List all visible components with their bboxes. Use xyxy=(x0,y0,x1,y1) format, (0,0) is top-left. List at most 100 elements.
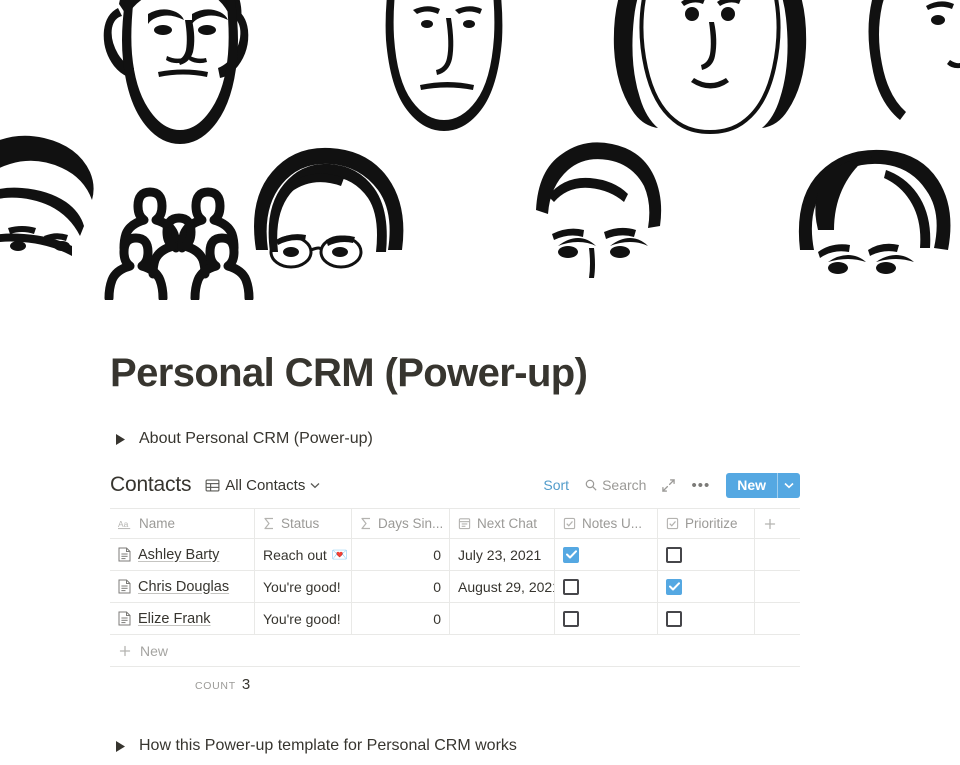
toggle-about-personal-crm[interactable]: About Personal CRM (Power-up) xyxy=(110,426,960,452)
checkbox-icon xyxy=(563,517,576,530)
column-header-notes-updated-label: Notes U... xyxy=(582,516,643,531)
contact-name-link[interactable]: Chris Douglas xyxy=(138,579,229,595)
page-cover-image xyxy=(0,0,960,300)
view-selector-all-contacts[interactable]: All Contacts xyxy=(205,477,320,494)
table-row[interactable]: Elize Frank You're good! 0 xyxy=(110,603,800,635)
new-entry-button[interactable]: New xyxy=(726,472,800,498)
next-chat-date: August 29, 2021 xyxy=(458,578,555,595)
notes-updated-checkbox[interactable] xyxy=(563,610,579,627)
page-document-icon xyxy=(118,611,131,626)
cover-illustration xyxy=(0,0,960,300)
chevron-right-icon[interactable] xyxy=(113,432,127,446)
new-button-label: New xyxy=(737,477,766,493)
count-label: COUNT xyxy=(195,680,236,692)
view-name-label: All Contacts xyxy=(225,476,306,494)
status-text: You're good! xyxy=(263,578,341,595)
days-since-value: 0 xyxy=(433,546,441,563)
cell-empty xyxy=(755,571,800,602)
column-header-notes-updated[interactable]: Notes U... xyxy=(555,509,658,538)
days-since-value: 0 xyxy=(433,578,441,595)
cell-notes-updated[interactable] xyxy=(555,571,658,602)
more-options-button[interactable]: ••• xyxy=(683,475,718,496)
love-letter-emoji-icon: 💌 xyxy=(331,546,349,562)
cell-prioritize[interactable] xyxy=(658,539,755,570)
plus-icon xyxy=(118,644,132,658)
add-new-row-button[interactable]: New xyxy=(110,635,800,667)
cell-days-since[interactable]: 0 xyxy=(352,571,450,602)
formula-sigma-icon xyxy=(360,517,372,530)
expand-button[interactable] xyxy=(654,476,683,495)
database-toolbar: Sort Search ••• New xyxy=(535,472,800,498)
contacts-table: Aa Name Status Days Sin... Next Chat Not… xyxy=(110,508,800,693)
contact-name-link[interactable]: Ashley Barty xyxy=(138,547,219,563)
svg-text:Aa: Aa xyxy=(118,518,129,528)
search-button[interactable]: Search xyxy=(577,474,654,496)
column-header-status-label: Status xyxy=(281,516,320,531)
cell-status[interactable]: Reach out 💌 xyxy=(255,539,352,570)
cell-empty xyxy=(755,539,800,570)
cell-name[interactable]: Elize Frank xyxy=(110,603,255,634)
cell-notes-updated[interactable] xyxy=(555,603,658,634)
checkbox-icon xyxy=(666,517,679,530)
column-header-status[interactable]: Status xyxy=(255,509,352,538)
cell-empty xyxy=(755,603,800,634)
column-header-name-label: Name xyxy=(139,516,176,531)
page-content: Personal CRM (Power-up) About Personal C… xyxy=(0,300,960,759)
column-header-next-chat[interactable]: Next Chat xyxy=(450,509,555,538)
new-button-chevron-down-icon[interactable] xyxy=(778,473,800,498)
add-column-button[interactable] xyxy=(755,509,800,538)
table-footer-count[interactable]: COUNT 3 xyxy=(110,667,800,693)
toggle-about-label: About Personal CRM (Power-up) xyxy=(139,430,373,447)
table-row[interactable]: Chris Douglas You're good! 0 August 29, … xyxy=(110,571,800,603)
table-grid-icon xyxy=(205,478,220,493)
sort-button[interactable]: Sort xyxy=(535,474,577,496)
cell-days-since[interactable]: 0 xyxy=(352,539,450,570)
column-header-name[interactable]: Aa Name xyxy=(110,509,255,538)
days-since-value: 0 xyxy=(433,610,441,627)
status-text: You're good! xyxy=(263,610,341,627)
toggle-how-it-works[interactable]: How this Power-up template for Personal … xyxy=(110,733,960,759)
column-header-next-chat-label: Next Chat xyxy=(477,516,538,531)
table-header-row: Aa Name Status Days Sin... Next Chat Not… xyxy=(110,509,800,539)
search-label: Search xyxy=(602,477,647,493)
column-header-prioritize-label: Prioritize xyxy=(685,516,738,531)
search-icon xyxy=(585,479,597,491)
notes-updated-checkbox[interactable] xyxy=(563,578,579,595)
contact-name-link[interactable]: Elize Frank xyxy=(138,611,211,627)
database-header: Contacts All Contacts Sort Search ••• Ne… xyxy=(110,470,800,500)
sort-label: Sort xyxy=(543,477,570,493)
column-header-days-since[interactable]: Days Sin... xyxy=(352,509,450,538)
formula-sigma-icon xyxy=(263,517,275,530)
plus-icon xyxy=(763,517,777,531)
cell-name[interactable]: Ashley Barty xyxy=(110,539,255,570)
calendar-icon xyxy=(458,517,471,530)
cell-next-chat[interactable] xyxy=(450,603,555,634)
page-title: Personal CRM (Power-up) xyxy=(110,351,588,395)
prioritize-checkbox[interactable] xyxy=(666,546,682,563)
column-header-days-since-label: Days Sin... xyxy=(378,516,444,531)
add-new-row-label: New xyxy=(140,642,169,659)
cell-prioritize[interactable] xyxy=(658,571,755,602)
cell-days-since[interactable]: 0 xyxy=(352,603,450,634)
cell-prioritize[interactable] xyxy=(658,603,755,634)
cell-notes-updated[interactable] xyxy=(555,539,658,570)
table-row[interactable]: Ashley Barty Reach out 💌 0 July 23, 2021 xyxy=(110,539,800,571)
chevron-down-icon xyxy=(310,482,320,489)
prioritize-checkbox[interactable] xyxy=(666,610,682,627)
count-value: 3 xyxy=(241,676,251,693)
text-aa-icon: Aa xyxy=(118,518,133,530)
page-document-icon xyxy=(118,579,131,594)
prioritize-checkbox[interactable] xyxy=(666,578,682,595)
cell-status[interactable]: You're good! xyxy=(255,571,352,602)
page-document-icon xyxy=(118,547,131,562)
expand-arrows-icon xyxy=(662,478,676,492)
column-header-prioritize[interactable]: Prioritize xyxy=(658,509,755,538)
cell-next-chat[interactable]: August 29, 2021 xyxy=(450,571,555,602)
next-chat-date: July 23, 2021 xyxy=(458,546,542,563)
database-title: Contacts xyxy=(110,473,192,496)
cell-status[interactable]: You're good! xyxy=(255,603,352,634)
cell-name[interactable]: Chris Douglas xyxy=(110,571,255,602)
notes-updated-checkbox[interactable] xyxy=(563,546,579,563)
cell-next-chat[interactable]: July 23, 2021 xyxy=(450,539,555,570)
chevron-right-icon[interactable] xyxy=(113,739,127,753)
